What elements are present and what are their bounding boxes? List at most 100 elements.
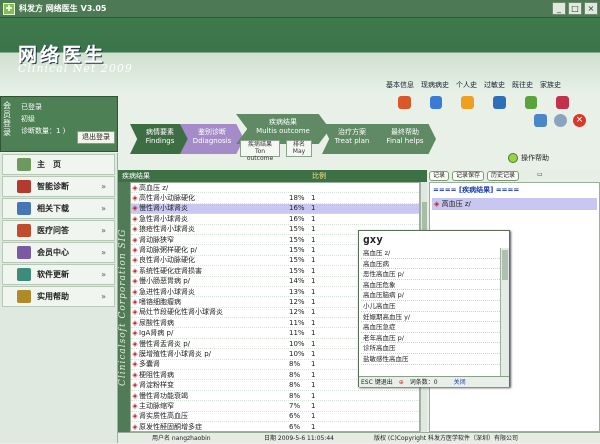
gift-icon[interactable] (556, 95, 570, 109)
top-menu: 基本信息 现病病史 个人史 过敏史 既往史 家族史 (386, 80, 561, 90)
close-button[interactable]: × (584, 2, 598, 15)
list-item[interactable]: 恶性高血压 p/ (361, 269, 500, 280)
operation-help-button[interactable]: 操作帮助 (508, 153, 549, 163)
disease-name: 系统性硬化症肾损害 (139, 266, 202, 275)
question-icon (17, 224, 31, 237)
disease-count: 1 (311, 194, 316, 203)
disease-count: 1 (311, 349, 316, 358)
list-item[interactable]: 高血压危象 (361, 280, 500, 291)
nav-label: 医疗问答 (37, 226, 69, 235)
orange-circle-icon[interactable] (461, 95, 475, 109)
step-findings-cn: 病情要素 (146, 128, 174, 136)
nav-item-3[interactable]: 医疗问答 » (2, 220, 115, 241)
list-item[interactable]: 小儿高血压 (361, 301, 500, 312)
list-item[interactable]: 高血压急症 (361, 322, 500, 333)
network-icon[interactable] (534, 114, 547, 127)
menu-past-history[interactable]: 既往史 (512, 80, 533, 90)
medicine-icon[interactable] (429, 95, 443, 109)
green-book-icon[interactable] (524, 95, 538, 109)
bullet-icon: ◈ (132, 318, 138, 327)
nav-item-5[interactable]: 软件更新 » (2, 264, 115, 285)
disease-count: 1 (311, 370, 316, 379)
nav-item-0[interactable]: 主 页 (2, 154, 115, 175)
table-row[interactable]: ◈ 慢性肾小球肾炎 16% 1 (131, 203, 419, 215)
nav-item-1[interactable]: 智能诊断 » (2, 176, 115, 197)
print-icon[interactable]: ▭ (534, 171, 546, 181)
bullet-icon: ◈ (132, 422, 138, 431)
popup-footer: ESC 键退出 ⊕ 词条数：0 关闭 (359, 376, 509, 387)
bullet-icon: ◈ (132, 277, 138, 286)
list-item[interactable]: 高血压脑病 p/ (361, 290, 500, 301)
status-bar: 用户名 nangzhaobin 日期 2009-5-6 11:05:44 版权 … (118, 432, 600, 443)
chevron-right-icon: » (101, 292, 106, 301)
nav-item-6[interactable]: 实用帮助 » (2, 286, 115, 307)
step-ddiagnosis-cn: 鉴别诊断 (198, 128, 226, 136)
disease-name: 慢性肾盂肾炎 p/ (139, 339, 191, 348)
search-icon[interactable]: ⊕ (399, 377, 404, 388)
record-item[interactable]: ◈ 高血压 z/ (432, 198, 597, 210)
table-row[interactable]: ◈ 慢性肾功能衰竭 8% 1 (131, 391, 419, 402)
table-row[interactable]: ◈ 高性肾小动脉硬化 18% 1 (131, 193, 419, 204)
menu-personal-history[interactable]: 个人史 (456, 80, 477, 90)
nav-item-2[interactable]: 相关下载 » (2, 198, 115, 219)
list-item[interactable]: 盐敏感性高血压 (361, 354, 500, 365)
step-treat-plan[interactable]: 治疗方案 Treat plan (322, 124, 382, 154)
table-row[interactable]: ◈ 肾实质性高血压 6% 1 (131, 412, 419, 422)
list-item[interactable]: 妊娠期高血压 y/ (361, 312, 500, 323)
menu-basic-info[interactable]: 基本信息 (386, 80, 414, 90)
list-item[interactable]: 高血压病 (361, 259, 500, 270)
list-item[interactable]: 诊所高血压 (361, 343, 500, 354)
maximize-button[interactable]: □ (568, 2, 582, 15)
sub-outcome[interactable]: 疾病结果 Ton outcome (240, 140, 280, 162)
disease-percent: 16% (289, 214, 305, 223)
step-ddiagnosis[interactable]: 鉴别诊断 Ddiagnosis (180, 124, 244, 154)
login-panel: 会员登录 已登录 初级 诊断数量：1 ) 退出登录 (0, 96, 118, 152)
disease-name: 肾淀粉样变 (139, 381, 174, 390)
list-item[interactable]: 高血压 z/ (361, 248, 500, 259)
nav-item-4[interactable]: 会员中心 » (2, 242, 115, 263)
disease-percent: 8% (289, 360, 301, 369)
disease-percent: 6% (289, 422, 301, 431)
disease-name: 肾动脉狭窄 (139, 235, 174, 244)
person-icon[interactable] (398, 95, 411, 109)
list-item[interactable]: 老年高血压 p/ (361, 333, 500, 344)
status-date: 日期 2009-5-6 11:05:44 (264, 435, 334, 442)
bullet-icon: ◈ (132, 225, 138, 234)
disease-count: 1 (311, 225, 316, 234)
popup-close-button[interactable]: 关闭 (454, 377, 466, 388)
chevron-right-icon: » (101, 226, 106, 235)
logout-button[interactable]: 退出登录 (77, 131, 115, 144)
step-findings[interactable]: 病情要素 Findings (130, 124, 190, 154)
disease-percent: 18% (289, 194, 305, 203)
step-outcome-en: Multis outcome (256, 127, 310, 135)
table-row[interactable]: ◈ 原发性醛固酮增多症 6% 1 (131, 422, 419, 431)
disease-name: 高性肾小动脉硬化 (139, 194, 195, 203)
tab-record-save[interactable]: 记录保存 (452, 171, 485, 181)
disease-percent: 15% (289, 235, 305, 244)
popup-scrollbar[interactable] (500, 248, 509, 376)
menu-allergy-history[interactable]: 过敏史 (484, 80, 505, 90)
popup-scroll-thumb[interactable] (502, 250, 508, 280)
minimize-button[interactable]: _ (552, 2, 566, 15)
table-row[interactable]: ◈ 急性肾小球肾炎 16% 1 (131, 214, 419, 225)
sub-rank[interactable]: 排名 May (286, 140, 312, 157)
disease-count: 1 (311, 412, 316, 421)
tab-record[interactable]: 记录 (429, 171, 450, 181)
menu-present-history[interactable]: 现病病史 (421, 80, 449, 90)
blue-sphere-icon[interactable] (493, 95, 506, 109)
table-row[interactable]: ◈ 主动脉缩窄 7% 1 (131, 401, 419, 412)
stethoscope-icon (17, 180, 31, 193)
step-final-helps[interactable]: 最终帮助 Final helps (374, 124, 436, 154)
tab-history[interactable]: 历史记录 (487, 171, 520, 181)
popup-list[interactable]: 高血压 z/高血压病 恶性高血压 p/高血压危象 高血压脑病 p/小儿高血压 妊娠期高… (361, 248, 500, 376)
status-copyright: 版权 (C)Copyright 科发方医学软件（深圳）有限公司 (374, 435, 519, 442)
disease-count: 1 (311, 256, 316, 265)
exit-icon[interactable]: × (573, 114, 586, 127)
sub-rank-en: May (292, 148, 306, 155)
table-row[interactable]: ◈ 高血压 z/ (131, 183, 419, 194)
bullet-icon: ◈ (132, 266, 138, 275)
settings-icon[interactable] (554, 114, 567, 127)
menu-family-history[interactable]: 家族史 (540, 80, 561, 90)
disease-name: 梗阻性肾病 (139, 370, 174, 379)
window-title: 科发方 网络医生 V3.05 (19, 4, 107, 13)
